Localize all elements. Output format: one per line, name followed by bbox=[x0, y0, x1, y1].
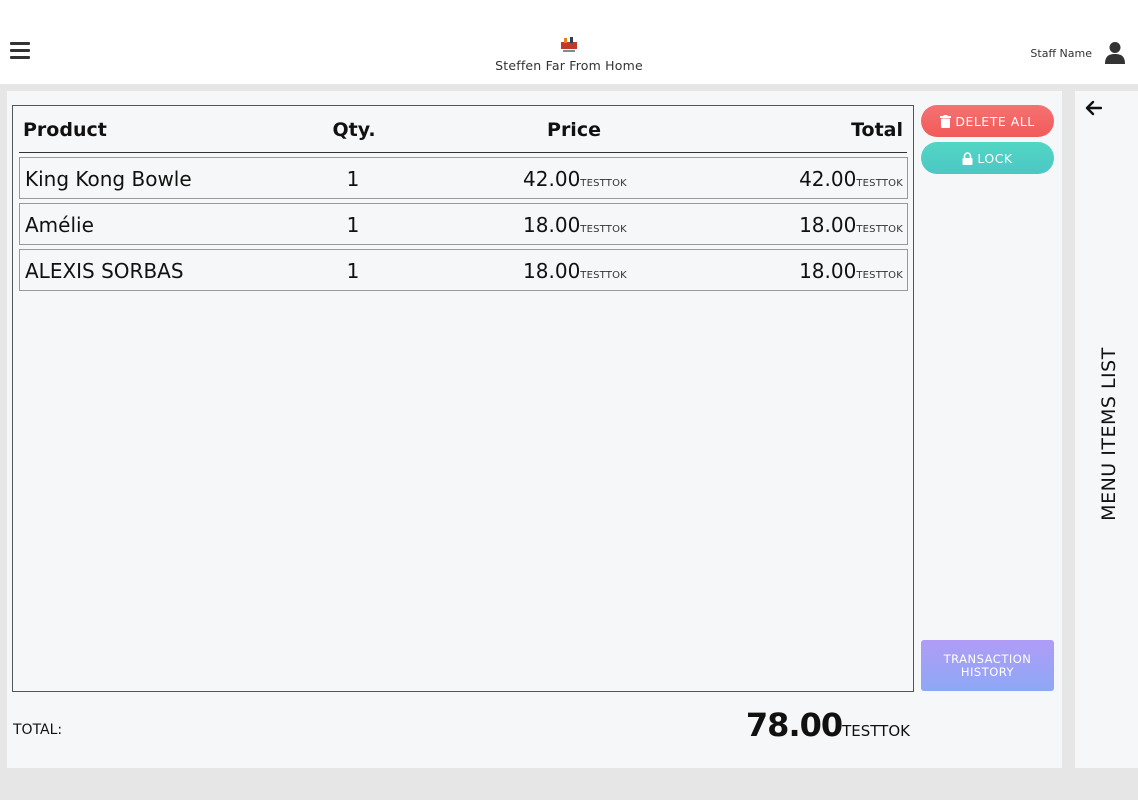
brand-name: Steffen Far From Home bbox=[495, 58, 643, 73]
top-bar: Steffen Far From Home Staff Name bbox=[0, 0, 1138, 84]
table-row[interactable]: ALEXIS SORBAS 1 18.00TESTTOK 18.00TESTTO… bbox=[19, 249, 908, 291]
product-total: 18.00TESTTOK bbox=[799, 259, 903, 283]
history-label-line1: TRANSACTION bbox=[943, 651, 1032, 666]
product-qty: 1 bbox=[346, 167, 360, 191]
delete-all-label: DELETE ALL bbox=[955, 113, 1035, 129]
lock-button[interactable]: LOCK bbox=[921, 142, 1054, 174]
menu-items-list-title[interactable]: MENU ITEMS LIST bbox=[1098, 347, 1120, 521]
order-total: 78.00TESTTOK bbox=[746, 706, 910, 744]
total-amount-value: 78.00 bbox=[745, 706, 843, 744]
product-qty: 1 bbox=[346, 213, 360, 237]
staff-profile[interactable]: Staff Name bbox=[1030, 40, 1126, 66]
menu-items-panel: MENU ITEMS LIST bbox=[1075, 91, 1138, 768]
product-name: ALEXIS SORBAS bbox=[25, 259, 184, 283]
price-value: 42.00 bbox=[523, 167, 581, 191]
staff-name: Staff Name bbox=[1030, 46, 1092, 60]
history-label-line2: HISTORY bbox=[960, 664, 1015, 679]
price-value: 18.00 bbox=[523, 259, 581, 283]
trash-icon bbox=[940, 114, 952, 128]
currency-label: TESTTOK bbox=[580, 224, 627, 235]
restaurant-logo-icon bbox=[561, 37, 577, 52]
product-name: Amélie bbox=[25, 213, 94, 237]
product-total: 18.00TESTTOK bbox=[799, 213, 903, 237]
column-header-product: Product bbox=[23, 119, 107, 141]
delete-all-button[interactable]: DELETE ALL bbox=[921, 105, 1054, 137]
user-icon[interactable] bbox=[1104, 41, 1126, 65]
column-header-price: Price bbox=[547, 119, 601, 141]
table-header: Product Qty. Price Total bbox=[19, 106, 907, 153]
hamburger-menu-icon[interactable] bbox=[10, 42, 30, 60]
column-header-qty: Qty. bbox=[332, 119, 376, 141]
total-currency: TESTTOK bbox=[842, 722, 910, 740]
column-header-total: Total bbox=[851, 119, 903, 141]
lock-icon bbox=[962, 151, 973, 165]
currency-label: TESTTOK bbox=[580, 270, 627, 281]
brand: Steffen Far From Home bbox=[469, 36, 669, 73]
product-price: 42.00TESTTOK bbox=[500, 167, 650, 191]
product-qty: 1 bbox=[346, 259, 360, 283]
product-name: King Kong Bowle bbox=[25, 167, 192, 191]
total-value: 42.00 bbox=[799, 167, 857, 191]
currency-label: TESTTOK bbox=[580, 178, 627, 189]
currency-label: TESTTOK bbox=[856, 178, 903, 189]
table-row[interactable]: Amélie 1 18.00TESTTOK 18.00TESTTOK bbox=[19, 203, 908, 245]
product-total: 42.00TESTTOK bbox=[799, 167, 903, 191]
currency-label: TESTTOK bbox=[856, 224, 903, 235]
order-panel: Product Qty. Price Total King Kong Bowle… bbox=[7, 91, 1062, 768]
total-value: 18.00 bbox=[799, 213, 857, 237]
table-row[interactable]: King Kong Bowle 1 42.00TESTTOK 42.00TEST… bbox=[19, 157, 908, 199]
transaction-history-button[interactable]: TRANSACTION HISTORY bbox=[921, 640, 1054, 691]
total-value: 18.00 bbox=[799, 259, 857, 283]
total-label: TOTAL: bbox=[13, 722, 63, 738]
cart-table: Product Qty. Price Total King Kong Bowle… bbox=[12, 105, 914, 692]
product-price: 18.00TESTTOK bbox=[500, 213, 650, 237]
lock-label: LOCK bbox=[977, 150, 1013, 166]
currency-label: TESTTOK bbox=[856, 270, 903, 281]
product-price: 18.00TESTTOK bbox=[500, 259, 650, 283]
price-value: 18.00 bbox=[523, 213, 581, 237]
arrow-left-icon[interactable] bbox=[1084, 100, 1102, 116]
